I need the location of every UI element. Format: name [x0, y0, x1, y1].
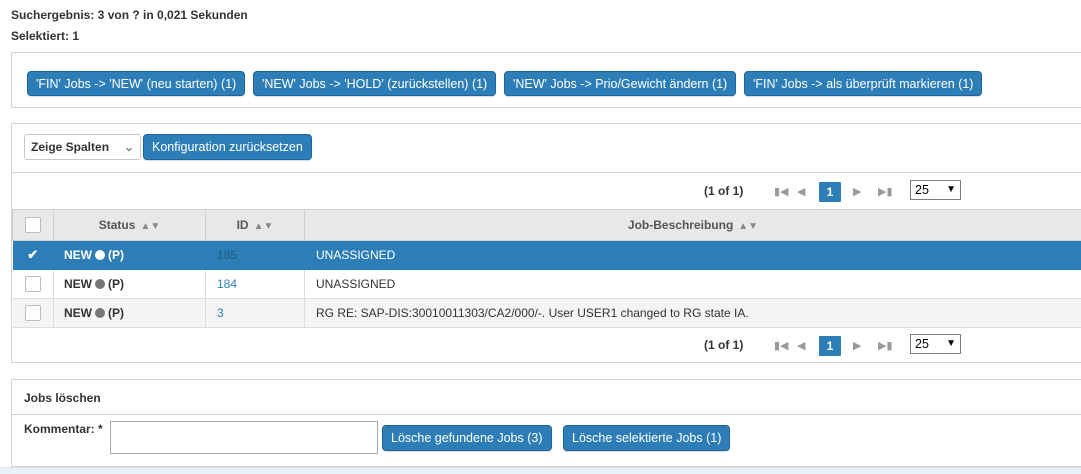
- paginator-top: (1 of 1) ▮◀ ◀ 1 ▶ ▶▮ 25 ▼: [12, 173, 1081, 209]
- id-cell[interactable]: 184: [206, 270, 305, 299]
- next-page-icon[interactable]: ▶: [853, 185, 861, 198]
- next-page-icon[interactable]: ▶: [853, 339, 861, 352]
- checkmark-icon[interactable]: ✔: [27, 247, 38, 262]
- chevron-down-icon: ▼: [946, 335, 956, 353]
- last-page-icon[interactable]: ▶▮: [878, 185, 893, 198]
- sort-icon: ▲▼: [140, 221, 160, 232]
- description-column-header[interactable]: Job-Beschreibung ▲▼: [305, 210, 1081, 241]
- status-text: NEW: [64, 277, 92, 291]
- chevron-down-icon: ▼: [946, 181, 956, 199]
- row-select-cell[interactable]: ✔: [13, 241, 54, 270]
- id-cell[interactable]: 3: [206, 299, 305, 328]
- delete-selected-jobs-button[interactable]: Lösche selektierte Jobs (1): [563, 425, 730, 451]
- comment-input[interactable]: [110, 421, 378, 454]
- jobs-table-panel: Zeige Spalten ⌄ Konfiguration zurücksetz…: [11, 123, 1081, 363]
- description-cell: RG RE: SAP-DIS:30010011303/CA2/000/-. Us…: [305, 299, 1081, 328]
- status-flag: (P): [108, 277, 124, 291]
- paginator-info: (1 of 1): [704, 338, 743, 352]
- rows-per-page-select[interactable]: 25 ▼: [910, 334, 961, 354]
- reset-config-button[interactable]: Konfiguration zurücksetzen: [143, 134, 312, 160]
- chevron-down-icon: ⌄: [124, 135, 134, 159]
- rows-per-page-select[interactable]: 25 ▼: [910, 180, 961, 200]
- search-result-summary: Suchergebnis: 3 von ? in 0,021 Sekunden: [11, 8, 248, 22]
- rows-per-page-value: 25: [915, 337, 929, 351]
- page-1-button[interactable]: 1: [819, 182, 841, 202]
- status-flag: (P): [108, 306, 124, 320]
- status-flag: (P): [108, 248, 124, 262]
- status-cell: NEW (P): [54, 299, 206, 328]
- select-all-header: [13, 210, 54, 241]
- last-page-icon[interactable]: ▶▮: [878, 339, 893, 352]
- status-dot-icon: [95, 279, 105, 289]
- prev-page-icon[interactable]: ◀: [797, 185, 805, 198]
- restart-fin-jobs-button[interactable]: 'FIN' Jobs -> 'NEW' (neu starten) (1): [27, 71, 245, 96]
- selected-count: Selektiert: 1: [11, 29, 79, 43]
- change-priority-button[interactable]: 'NEW' Jobs -> Prio/Gewicht ändern (1): [504, 71, 736, 96]
- jobs-table: Status ▲▼ ID ▲▼ Job-Beschreibung ▲▼ ✔ NEW (P…: [12, 209, 1081, 328]
- first-page-icon[interactable]: ▮◀: [774, 185, 789, 198]
- table-row[interactable]: NEW (P) 3 RG RE: SAP-DIS:30010011303/CA2/…: [13, 299, 1081, 328]
- page-1-button[interactable]: 1: [819, 336, 841, 356]
- table-header-row: Status ▲▼ ID ▲▼ Job-Beschreibung ▲▼: [13, 210, 1081, 241]
- status-dot-icon: [95, 250, 105, 260]
- comment-label: Kommentar: *: [24, 422, 103, 436]
- status-dot-icon: [95, 308, 105, 318]
- status-text: NEW: [64, 306, 92, 320]
- delete-jobs-panel: Jobs löschen Kommentar: * Lösche gefunde…: [11, 379, 1081, 467]
- table-row[interactable]: ✔ NEW (P) 185 UNASSIGNED: [13, 241, 1081, 270]
- description-cell: UNASSIGNED: [305, 241, 1081, 270]
- hold-new-jobs-button[interactable]: 'NEW' Jobs -> 'HOLD' (zurückstellen) (1): [253, 71, 496, 96]
- columns-select-label: Zeige Spalten: [31, 140, 109, 154]
- description-header-label: Job-Beschreibung: [628, 218, 733, 232]
- mark-checked-button[interactable]: 'FIN' Jobs -> als überprüft markieren (1…: [744, 71, 982, 96]
- row-checkbox[interactable]: [25, 305, 41, 321]
- status-cell: NEW (P): [54, 241, 206, 270]
- delete-found-jobs-button[interactable]: Lösche gefundene Jobs (3): [382, 425, 552, 451]
- sort-icon: ▲▼: [254, 221, 274, 232]
- row-checkbox[interactable]: [25, 276, 41, 292]
- columns-select[interactable]: Zeige Spalten ⌄: [24, 134, 141, 160]
- prev-page-icon[interactable]: ◀: [797, 339, 805, 352]
- first-page-icon[interactable]: ▮◀: [774, 339, 789, 352]
- row-select-cell[interactable]: [13, 299, 54, 328]
- row-select-cell[interactable]: [13, 270, 54, 299]
- paginator-info: (1 of 1): [704, 184, 743, 198]
- table-row[interactable]: NEW (P) 184 UNASSIGNED: [13, 270, 1081, 299]
- status-cell: NEW (P): [54, 270, 206, 299]
- id-cell[interactable]: 185: [206, 241, 305, 270]
- status-header-label: Status: [99, 218, 136, 232]
- sort-icon: ▲▼: [738, 221, 758, 232]
- id-header-label: ID: [237, 218, 249, 232]
- action-panel: 'FIN' Jobs -> 'NEW' (neu starten) (1) 'N…: [11, 52, 1081, 108]
- description-cell: UNASSIGNED: [305, 270, 1081, 299]
- status-text: NEW: [64, 248, 92, 262]
- paginator-bottom: (1 of 1) ▮◀ ◀ 1 ▶ ▶▮ 25 ▼: [12, 327, 1081, 363]
- id-column-header[interactable]: ID ▲▼: [206, 210, 305, 241]
- status-column-header[interactable]: Status ▲▼: [54, 210, 206, 241]
- delete-panel-title: Jobs löschen: [24, 391, 101, 405]
- select-all-checkbox[interactable]: [25, 217, 41, 233]
- rows-per-page-value: 25: [915, 183, 929, 197]
